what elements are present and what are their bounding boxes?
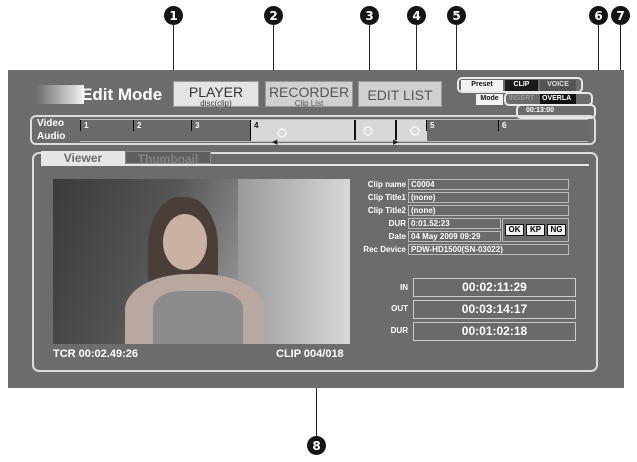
rec-device-value: PDW-HD1500(SN-03022) bbox=[408, 244, 569, 255]
tab-bar-line bbox=[41, 164, 589, 166]
preview-subject-face bbox=[163, 214, 207, 270]
clip-counter: CLIP 004/018 bbox=[276, 348, 344, 360]
out-point-marker[interactable] bbox=[410, 126, 420, 136]
callout-2: 2 bbox=[264, 6, 283, 25]
segment-number: 3 bbox=[195, 121, 200, 130]
total-duration: 00:13:00 bbox=[526, 107, 555, 114]
callout-1: 1 bbox=[164, 6, 183, 25]
mode-label: Mode bbox=[476, 94, 503, 105]
mode-title: Edit Mode bbox=[81, 85, 163, 104]
in-point-marker[interactable] bbox=[277, 128, 287, 138]
clip-dur-value: 0:01.52:23 bbox=[408, 218, 501, 229]
clip-title1-label: Clip Title1 bbox=[367, 193, 406, 202]
segment-number: 1 bbox=[84, 121, 89, 130]
callout-7: 7 bbox=[611, 6, 630, 25]
clip-title1-value: (none) bbox=[408, 192, 569, 203]
out-timecode: 00:03:14:17 bbox=[413, 300, 576, 319]
clip-date-label: Date bbox=[388, 232, 406, 241]
edit-mode-screen: Edit Mode PLAYER disc(clip) RECORDER Cli… bbox=[8, 70, 624, 388]
playhead-marker[interactable] bbox=[363, 126, 373, 136]
audio-track[interactable] bbox=[80, 131, 588, 142]
audio-track-label: Audio bbox=[37, 131, 66, 142]
tab-thumbnail[interactable]: Thumbnail bbox=[125, 151, 211, 166]
clip-name-value: C0004 bbox=[408, 179, 569, 190]
kp-mark[interactable]: KP bbox=[526, 224, 545, 236]
tab-viewer[interactable]: Viewer bbox=[41, 151, 125, 165]
callout-6: 6 bbox=[589, 6, 608, 25]
callout-3: 3 bbox=[360, 6, 379, 25]
out-point-line bbox=[395, 120, 397, 140]
mode-title-gradient bbox=[36, 85, 84, 104]
recorder-button-label: RECORDER bbox=[268, 84, 350, 100]
in-timecode: 00:02:11:29 bbox=[413, 278, 576, 297]
clip-dur-label: DUR bbox=[388, 219, 406, 228]
preset-clip[interactable]: CLIP bbox=[505, 80, 538, 91]
preview-subject-top bbox=[153, 291, 243, 344]
playhead-line bbox=[354, 120, 356, 140]
recorder-button[interactable]: RECORDER Clip List bbox=[265, 81, 353, 108]
recorder-button-sublabel: Clip List bbox=[294, 99, 324, 108]
dur-timecode: 00:01:02:18 bbox=[413, 322, 576, 341]
preset-label: Preset bbox=[461, 80, 503, 91]
clip-title2-label: Clip Title2 bbox=[367, 206, 406, 215]
dur-label: DUR bbox=[390, 326, 408, 335]
segment-number: 4 bbox=[254, 121, 259, 130]
segment-number: 6 bbox=[502, 121, 507, 130]
edit-list-button-label: EDIT LIST bbox=[367, 87, 433, 103]
callout-8: 8 bbox=[307, 436, 326, 455]
segment-number: 5 bbox=[430, 121, 435, 130]
out-label: OUT bbox=[391, 304, 408, 313]
callout-4: 4 bbox=[407, 6, 426, 25]
clip-name-label: Clip name bbox=[367, 180, 406, 189]
player-button-label: PLAYER bbox=[188, 84, 244, 100]
clip-title2-value: (none) bbox=[408, 205, 569, 216]
ok-mark[interactable]: OK bbox=[505, 224, 524, 236]
preset-voice[interactable]: VOICE bbox=[540, 80, 576, 91]
player-button[interactable]: PLAYER disc(clip) bbox=[173, 81, 259, 108]
out-point-arrow-icon: ▶ bbox=[393, 139, 399, 146]
clip-date-value: 04 May 2009 09:29 bbox=[408, 231, 501, 242]
edit-list-button[interactable]: EDIT LIST bbox=[358, 81, 442, 107]
rec-device-label: Rec Device bbox=[363, 245, 406, 254]
in-point-arrow-icon: ◀ bbox=[272, 139, 278, 146]
in-label: IN bbox=[400, 283, 408, 292]
segment-number: 2 bbox=[137, 121, 142, 130]
ng-mark[interactable]: NG bbox=[547, 224, 566, 236]
video-preview bbox=[53, 179, 350, 344]
player-button-sublabel: disc(clip) bbox=[200, 99, 232, 108]
callout-5: 5 bbox=[447, 6, 466, 25]
tcr-readout: TCR 00:02.49:26 bbox=[53, 348, 138, 360]
video-track-label: Video bbox=[37, 118, 65, 129]
